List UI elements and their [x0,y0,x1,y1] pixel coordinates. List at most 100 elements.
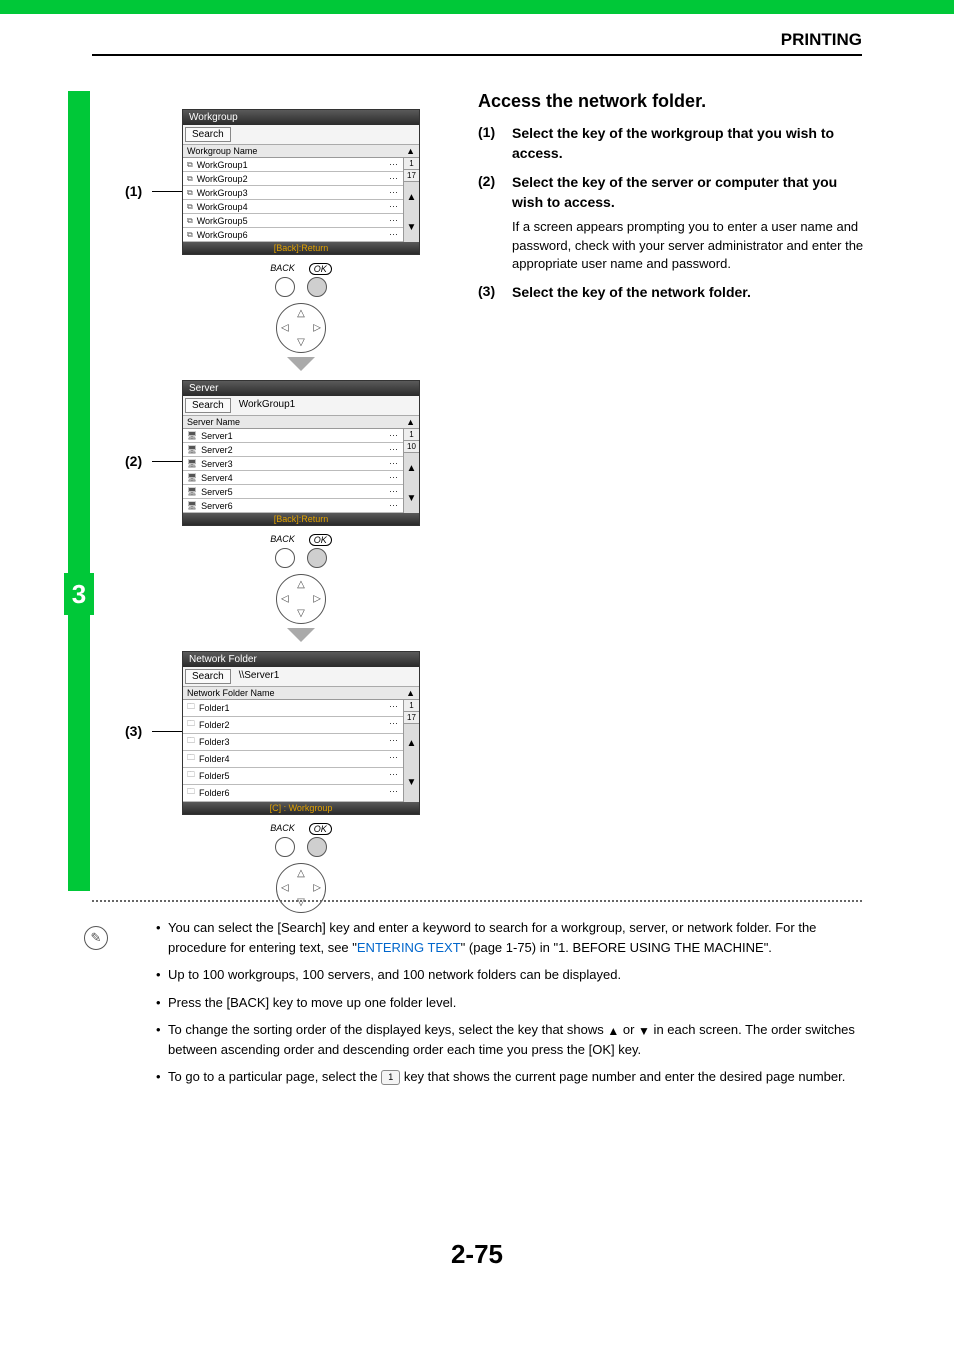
panel-footer: [Back]:Return [183,513,419,525]
path-text: WorkGroup1 [235,398,300,413]
ok-button[interactable] [307,277,327,297]
ok-button[interactable] [307,548,327,568]
panel-titlebar: Network Folder [183,652,419,667]
list-item[interactable]: 🖥Server4⋯ [183,471,403,485]
sort-icon: ▲ [406,146,415,156]
scrollbar[interactable]: 1 17 ▲ ▼ [403,700,419,802]
list-item[interactable]: 🗀Folder1⋯ [183,700,403,717]
panel-server-block: Server Search WorkGroup1 Server Name ▲ 🖥… [182,380,420,642]
step-text: Select the key of the server or computer… [512,173,868,273]
dpad-up-icon[interactable]: △ [297,579,305,590]
nav-pad: BACK OK △ ▽ ◁ ▷ [251,534,351,642]
list-item[interactable]: 🖥Server1⋯ [183,429,403,443]
step-text: Select the key of the network folder. [512,283,868,303]
list-item[interactable]: ⧉WorkGroup1⋯ [183,158,403,172]
back-button[interactable] [275,837,295,857]
list-item[interactable]: 🖥Server5⋯ [183,485,403,499]
list-item[interactable]: 🗀Folder4⋯ [183,751,403,768]
ok-label: OK [309,263,332,275]
column-header[interactable]: Workgroup Name ▲ [183,145,419,158]
page-current[interactable]: 1 [404,158,419,170]
list-item[interactable]: ⧉WorkGroup6⋯ [183,228,403,242]
list-item[interactable]: 🗀Folder3⋯ [183,734,403,751]
step-text: Select the key of the workgroup that you… [512,124,868,163]
path-text: \\Server1 [235,669,284,684]
list-item[interactable]: 🖥Server2⋯ [183,443,403,457]
page-total: 17 [404,170,419,182]
panel-search-row: Search WorkGroup1 [183,396,419,416]
column-header[interactable]: Server Name ▲ [183,416,419,429]
back-label: BACK [270,534,295,546]
note-item: Press the [BACK] key to move up one fold… [156,993,863,1013]
scrollbar[interactable]: 1 17 ▲ ▼ [403,158,419,242]
scroll-down-icon[interactable]: ▼ [404,763,419,802]
back-button[interactable] [275,277,295,297]
note-icon: ✎ [84,926,108,950]
list-item[interactable]: 🗀Folder6⋯ [183,785,403,802]
flow-arrow-icon [287,628,315,642]
list-item[interactable]: ⧉WorkGroup4⋯ [183,200,403,214]
search-button[interactable]: Search [185,127,231,142]
page-key-icon: 1 [381,1070,400,1086]
flow-arrow-icon [287,357,315,371]
callout-1-line [152,191,182,192]
dpad-left-icon[interactable]: ◁ [281,883,289,894]
dpad-up-icon[interactable]: △ [297,868,305,879]
folder-icon: 🗀 [187,735,195,749]
panel-search-row: Search [183,125,419,145]
column-header-text: Workgroup Name [187,146,257,156]
dpad-down-icon[interactable]: ▽ [297,337,305,348]
dpad-ring[interactable]: △ ▽ ◁ ▷ [276,303,326,353]
scrollbar[interactable]: 1 10 ▲ ▼ [403,429,419,513]
scroll-up-icon[interactable]: ▲ [404,453,419,483]
callout-3-label: (3) [125,723,142,739]
dpad-down-icon[interactable]: ▽ [297,608,305,619]
instruction-step-2: (2) Select the key of the server or comp… [478,173,868,273]
note-item: To go to a particular page, select the 1… [156,1067,863,1087]
dpad-right-icon[interactable]: ▷ [313,594,321,605]
dpad-ring[interactable]: △ ▽ ◁ ▷ [276,863,326,913]
scroll-up-icon[interactable]: ▲ [404,724,419,763]
list-item[interactable]: ⧉WorkGroup5⋯ [183,214,403,228]
side-stripe [68,91,90,891]
page-current[interactable]: 1 [404,700,419,712]
scroll-down-icon[interactable]: ▼ [404,212,419,242]
workgroup-icon: ⧉ [187,216,193,226]
list-item[interactable]: 🖥Server3⋯ [183,457,403,471]
dpad-left-icon[interactable]: ◁ [281,594,289,605]
dpad-down-icon[interactable]: ▽ [297,897,305,908]
dpad-right-icon[interactable]: ▷ [313,883,321,894]
sort-desc-icon: ▼ [638,1022,650,1040]
column-header[interactable]: Network Folder Name ▲ [183,687,419,700]
callout-1-label: (1) [125,183,142,199]
list-item[interactable]: 🗀Folder5⋯ [183,768,403,785]
list-item[interactable]: ⧉WorkGroup3⋯ [183,186,403,200]
panel-titlebar: Workgroup [183,110,419,125]
panel-folder-block: Network Folder Search \\Server1 Network … [182,651,420,913]
dpad-right-icon[interactable]: ▷ [313,323,321,334]
page-number: 2-75 [0,1239,954,1270]
workgroup-icon: ⧉ [187,160,193,170]
workgroup-list: ⧉WorkGroup1⋯ ⧉WorkGroup2⋯ ⧉WorkGroup3⋯ ⧉… [183,158,403,242]
dpad-ring[interactable]: △ ▽ ◁ ▷ [276,574,326,624]
server-icon: 🖥 [187,473,197,482]
scroll-up-icon[interactable]: ▲ [404,182,419,212]
list-item[interactable]: ⧉WorkGroup2⋯ [183,172,403,186]
back-button[interactable] [275,548,295,568]
dpad-up-icon[interactable]: △ [297,308,305,319]
sort-asc-icon: ▲ [607,1022,619,1040]
ok-button[interactable] [307,837,327,857]
nav-pad: BACK OK △ ▽ ◁ ▷ [251,263,351,371]
list-item[interactable]: 🖥Server6⋯ [183,499,403,513]
folder-list: 🗀Folder1⋯ 🗀Folder2⋯ 🗀Folder3⋯ 🗀Folder4⋯ … [183,700,403,802]
search-button[interactable]: Search [185,398,231,413]
entering-text-link[interactable]: ENTERING TEXT [357,940,461,955]
scroll-down-icon[interactable]: ▼ [404,483,419,513]
list-item[interactable]: 🗀Folder2⋯ [183,717,403,734]
server-icon: 🖥 [187,501,197,510]
callout-2-label: (2) [125,453,142,469]
page-current[interactable]: 1 [404,429,419,441]
workgroup-icon: ⧉ [187,174,193,184]
search-button[interactable]: Search [185,669,231,684]
dpad-left-icon[interactable]: ◁ [281,323,289,334]
